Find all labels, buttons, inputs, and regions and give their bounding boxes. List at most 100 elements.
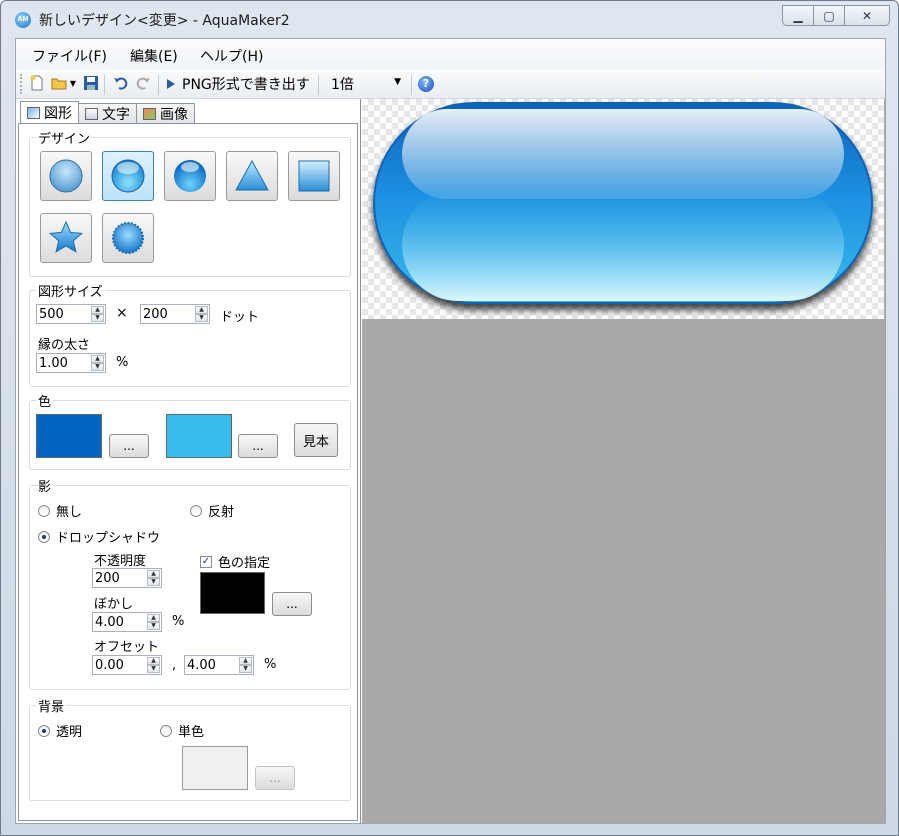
circle-icon	[49, 159, 83, 193]
star-icon	[48, 220, 84, 253]
color-group-label: 色	[36, 391, 54, 410]
width-spinner[interactable]: ▲ ▼	[91, 306, 104, 322]
offset-x-spinner[interactable]: ▲ ▼	[147, 657, 160, 673]
background-color-browse-button[interactable]: ...	[255, 766, 295, 790]
shape-button-circle-glossy[interactable]	[102, 151, 154, 201]
shadow-drop-label: ドロップシャドウ	[56, 531, 161, 546]
size-unit-label: ドット	[220, 310, 260, 325]
tab-strip: 図形 文字 画像	[20, 101, 195, 124]
shape-button-star[interactable]	[40, 213, 92, 263]
caption-buttons: ▁ ▢ ✕	[782, 5, 890, 27]
height-spinner[interactable]: ▲ ▼	[195, 306, 208, 322]
radio-indicator	[190, 504, 202, 517]
maximize-button[interactable]: ▢	[813, 5, 845, 26]
shadow-reflect-label: 反射	[208, 505, 235, 520]
toolbar-separator	[104, 75, 105, 95]
menu-bar: ファイル(F) 編集(E) ヘルプ(H)	[16, 39, 885, 69]
new-file-icon	[30, 75, 43, 91]
new-button[interactable]	[28, 74, 46, 92]
tab-shape[interactable]: 図形	[20, 101, 79, 124]
close-button[interactable]: ✕	[844, 5, 890, 26]
sphere-icon	[174, 160, 206, 192]
background-solid-radio[interactable]: 単色	[160, 721, 204, 740]
blur-input[interactable]: 4.00 ▲ ▼	[92, 612, 162, 632]
offset-separator: ,	[172, 658, 177, 673]
shadow-group: 影 無し 反射 ドロップシャドウ 不透明度 200 ▲ ▼ ✓ 色の指定 ...…	[29, 476, 351, 690]
size-group-label: 図形サイズ	[36, 281, 105, 300]
toolbar: ▼ PNG形式で書き出す 1倍 ▼ ?	[16, 69, 885, 99]
offset-x-input[interactable]: 0.00 ▲ ▼	[92, 655, 162, 675]
shadow-color-browse-button[interactable]: ...	[272, 592, 312, 616]
border-width-input[interactable]: 1.00 ▲ ▼	[36, 353, 106, 373]
toolbar-separator	[318, 75, 319, 95]
open-button[interactable]	[50, 74, 68, 92]
shadow-none-radio[interactable]: 無し	[38, 501, 82, 520]
shape-tab-icon	[27, 107, 40, 119]
properties-panel: 図形 文字 画像 デザイン 図形サイズ 500 ▲ ▼ × 200 ▲ ▼ ドッ…	[16, 99, 361, 823]
sample-button[interactable]: 見本	[294, 423, 338, 457]
shadow-color-checkbox[interactable]: ✓ 色の指定	[200, 552, 270, 571]
client-area: ファイル(F) 編集(E) ヘルプ(H) ▼ PNG形式で書き出す 1倍 ▼ ?…	[15, 38, 886, 824]
toolbar-grip[interactable]	[20, 74, 23, 94]
border-width-unit: %	[116, 355, 129, 370]
offset-y-input[interactable]: 4.00 ▲ ▼	[184, 655, 254, 675]
shape-button-triangle[interactable]	[226, 151, 278, 201]
design-group: デザイン	[29, 128, 351, 277]
zoom-value: 1倍	[331, 77, 354, 93]
height-input[interactable]: 200 ▲ ▼	[140, 304, 210, 324]
shape-button-circle-flat[interactable]	[40, 151, 92, 201]
design-group-label: デザイン	[36, 128, 93, 147]
shadow-drop-radio[interactable]: ドロップシャドウ	[38, 527, 160, 546]
shape-button-sphere[interactable]	[164, 151, 216, 201]
color-group: 色 ... ... 見本	[29, 391, 351, 470]
export-png-button[interactable]: PNG形式で書き出す	[166, 74, 310, 94]
offset-y-value: 4.00	[187, 657, 216, 673]
tab-image-label: 画像	[160, 107, 188, 123]
shape-button-square[interactable]	[288, 151, 340, 201]
height-value: 200	[143, 306, 168, 322]
play-icon	[167, 79, 175, 89]
tab-text-label: 文字	[102, 107, 130, 123]
color1-browse-button[interactable]: ...	[109, 434, 149, 458]
undo-button[interactable]	[112, 74, 130, 92]
redo-icon	[136, 77, 150, 90]
menu-edit[interactable]: 編集(E)	[130, 46, 178, 66]
open-folder-icon	[51, 78, 67, 90]
tab-text[interactable]: 文字	[78, 103, 137, 124]
menu-file[interactable]: ファイル(F)	[32, 46, 107, 66]
blur-spinner[interactable]: ▲ ▼	[147, 614, 160, 630]
minimize-icon: ▁	[793, 8, 803, 23]
menu-help[interactable]: ヘルプ(H)	[200, 46, 263, 66]
shadow-reflect-radio[interactable]: 反射	[190, 501, 234, 520]
color2-browse-button[interactable]: ...	[238, 434, 278, 458]
zoom-select[interactable]: 1倍 ▼	[326, 73, 406, 95]
preview-canvas[interactable]	[362, 99, 884, 319]
minimize-button[interactable]: ▁	[782, 5, 814, 26]
times-sign: ×	[116, 305, 128, 321]
open-dropdown-button[interactable]: ▼	[68, 74, 78, 92]
offset-label: オフセット	[94, 640, 160, 655]
shape-button-seal[interactable]	[102, 213, 154, 263]
color1-swatch[interactable]	[36, 414, 102, 458]
radio-indicator	[38, 530, 50, 543]
title-bar[interactable]: AM 新しいデザイン<変更> - AquaMaker2 ▁ ▢ ✕	[1, 1, 898, 37]
opacity-input[interactable]: 200 ▲ ▼	[92, 568, 162, 588]
background-color-swatch[interactable]	[182, 746, 248, 790]
shadow-color-swatch[interactable]	[200, 572, 265, 614]
width-input[interactable]: 500 ▲ ▼	[36, 304, 106, 324]
border-width-spinner[interactable]: ▲ ▼	[91, 355, 104, 371]
redo-button[interactable]	[134, 74, 152, 92]
aqua-button-preview	[373, 102, 873, 304]
background-transparent-radio[interactable]: 透明	[38, 721, 82, 740]
toolbar-separator	[158, 75, 159, 95]
opacity-spinner[interactable]: ▲ ▼	[147, 570, 160, 586]
close-icon: ✕	[861, 8, 873, 23]
preview-area	[362, 99, 885, 823]
help-icon[interactable]: ?	[418, 76, 434, 92]
color2-swatch[interactable]	[166, 414, 232, 458]
tab-image[interactable]: 画像	[136, 103, 195, 124]
size-group: 図形サイズ 500 ▲ ▼ × 200 ▲ ▼ ドット 縁の太さ 1.00 ▲ ▼	[29, 281, 351, 387]
save-button[interactable]	[82, 74, 100, 92]
shadow-color-check-label: 色の指定	[218, 556, 271, 571]
offset-y-spinner[interactable]: ▲ ▼	[239, 657, 252, 673]
